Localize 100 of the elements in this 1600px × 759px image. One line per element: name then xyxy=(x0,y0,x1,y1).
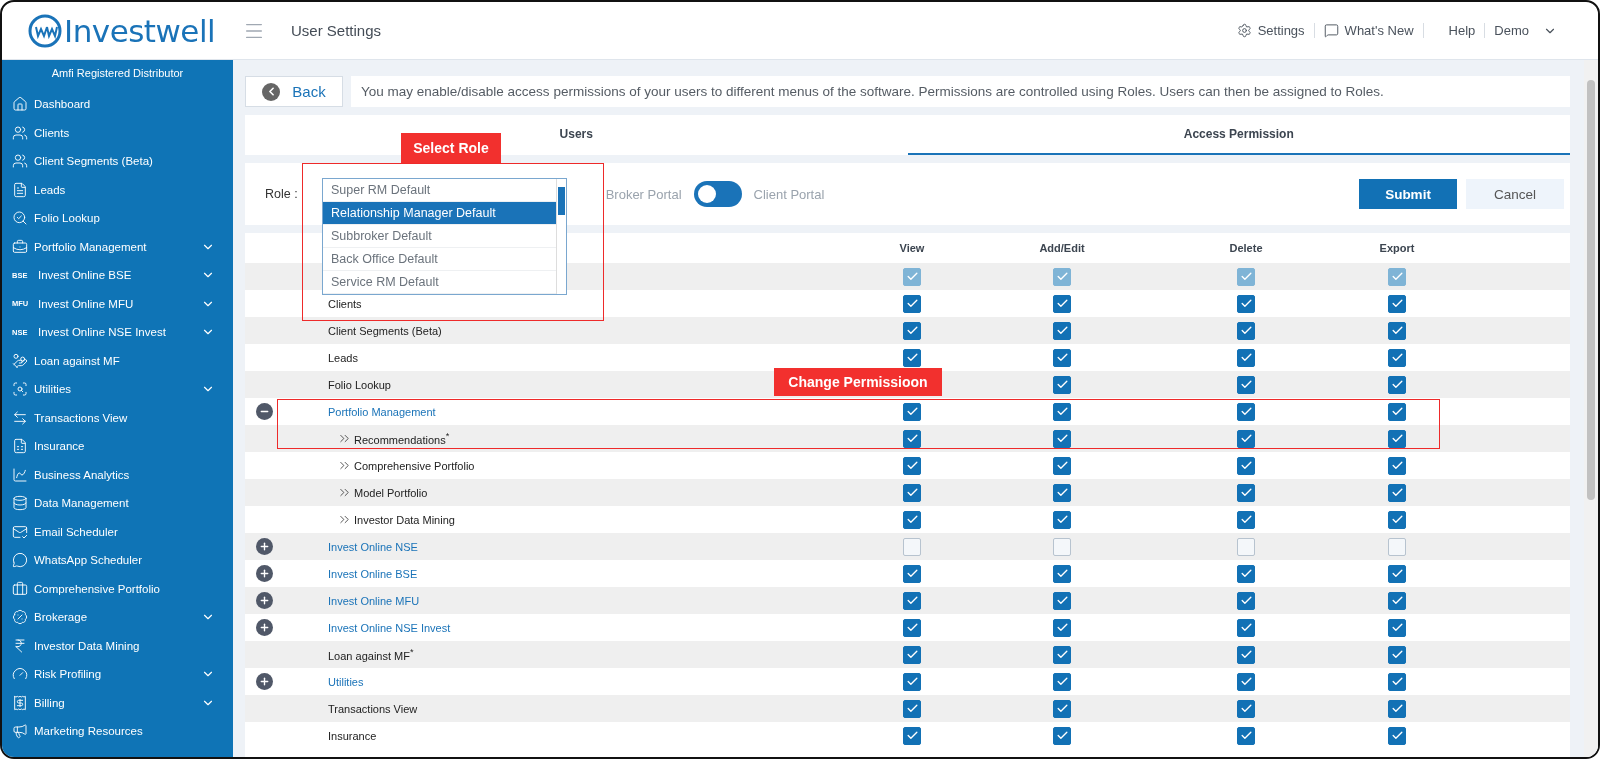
permission-checkbox[interactable] xyxy=(1237,591,1255,610)
back-button[interactable]: Back xyxy=(245,76,343,107)
permission-checkbox[interactable] xyxy=(903,591,921,610)
permission-checkbox[interactable] xyxy=(1388,483,1406,502)
expand-button[interactable] xyxy=(256,592,273,609)
header-link[interactable]: Settings xyxy=(1227,23,1315,38)
permission-checkbox[interactable] xyxy=(903,456,921,475)
permission-checkbox[interactable] xyxy=(1388,375,1406,394)
permission-checkbox[interactable] xyxy=(1053,321,1071,340)
sidebar-item[interactable]: Folio Lookup xyxy=(2,204,233,233)
permission-checkbox[interactable] xyxy=(903,510,921,529)
sidebar-item[interactable]: Dashboard xyxy=(2,90,233,119)
permission-checkbox[interactable] xyxy=(903,537,921,556)
permission-checkbox[interactable] xyxy=(1237,645,1255,664)
permission-checkbox[interactable] xyxy=(1053,618,1071,637)
permission-checkbox[interactable] xyxy=(1053,402,1071,421)
sidebar-item[interactable]: Email Scheduler xyxy=(2,517,233,546)
permission-checkbox[interactable] xyxy=(1237,672,1255,691)
permission-checkbox[interactable] xyxy=(903,402,921,421)
dropdown-option[interactable]: Relationship Manager Default xyxy=(323,202,556,225)
sidebar-item[interactable]: Billing xyxy=(2,688,233,717)
permission-checkbox[interactable] xyxy=(903,429,921,448)
dropdown-scrollbar[interactable] xyxy=(556,179,566,294)
permission-checkbox[interactable] xyxy=(1388,402,1406,421)
permission-checkbox[interactable] xyxy=(903,321,921,340)
sidebar-item[interactable]: Risk Profiling xyxy=(2,660,233,689)
permission-checkbox[interactable] xyxy=(1053,375,1071,394)
permission-checkbox[interactable] xyxy=(1237,726,1255,745)
permission-checkbox[interactable] xyxy=(903,726,921,745)
sidebar-item[interactable]: Brokerage xyxy=(2,603,233,632)
cancel-button[interactable]: Cancel xyxy=(1466,179,1564,209)
permission-checkbox[interactable] xyxy=(1388,429,1406,448)
sidebar-item[interactable]: Comprehensive Portfolio xyxy=(2,574,233,603)
permission-checkbox[interactable] xyxy=(1388,645,1406,664)
permission-checkbox[interactable] xyxy=(1237,429,1255,448)
permission-checkbox[interactable] xyxy=(1053,537,1071,556)
role-dropdown-list[interactable]: Super RM Default Relationship Manager Default Subbroker Default Back Office Default Service RM Default xyxy=(322,178,567,295)
permission-checkbox[interactable] xyxy=(1237,294,1255,313)
sidebar-item[interactable]: Investor Data Mining xyxy=(2,631,233,660)
permission-checkbox[interactable] xyxy=(903,618,921,637)
permission-checkbox[interactable] xyxy=(1388,321,1406,340)
expand-button[interactable] xyxy=(256,565,273,582)
permission-checkbox[interactable] xyxy=(1237,321,1255,340)
sidebar-item[interactable]: Transactions View xyxy=(2,403,233,432)
sidebar-item[interactable]: Utilities xyxy=(2,375,233,404)
sidebar-item[interactable]: Data Management xyxy=(2,489,233,518)
sidebar-item[interactable]: WhatsApp Scheduler xyxy=(2,546,233,575)
permission-checkbox[interactable] xyxy=(1053,699,1071,718)
menu-link[interactable]: Invest Online BSE xyxy=(328,567,418,580)
portal-toggle[interactable] xyxy=(693,181,742,207)
permission-checkbox[interactable] xyxy=(903,672,921,691)
permission-checkbox[interactable] xyxy=(1237,348,1255,367)
permission-checkbox[interactable] xyxy=(1388,537,1406,556)
permission-checkbox[interactable] xyxy=(1237,510,1255,529)
permission-checkbox[interactable] xyxy=(1237,618,1255,637)
permission-checkbox[interactable] xyxy=(1053,645,1071,664)
collapse-button[interactable] xyxy=(256,403,273,420)
permission-checkbox[interactable] xyxy=(1388,672,1406,691)
user-menu[interactable]: Demo xyxy=(1485,23,1566,38)
permission-checkbox[interactable] xyxy=(1388,699,1406,718)
header-link[interactable]: What's New xyxy=(1314,23,1424,38)
menu-link[interactable]: Invest Online NSE Invest xyxy=(328,621,451,634)
permission-checkbox[interactable] xyxy=(903,645,921,664)
submit-button[interactable]: Submit xyxy=(1359,179,1457,209)
permission-checkbox[interactable] xyxy=(903,564,921,583)
sidebar-item[interactable]: Clients xyxy=(2,118,233,147)
permission-checkbox[interactable] xyxy=(1237,483,1255,502)
permission-checkbox[interactable] xyxy=(1053,726,1071,745)
expand-button[interactable] xyxy=(256,673,273,690)
expand-button[interactable] xyxy=(256,619,273,636)
permission-checkbox[interactable] xyxy=(1053,348,1071,367)
permission-checkbox[interactable] xyxy=(1237,537,1255,556)
permission-checkbox[interactable] xyxy=(903,294,921,313)
sidebar-item[interactable]: Insurance xyxy=(2,432,233,461)
permission-checkbox[interactable] xyxy=(903,348,921,367)
header-link[interactable]: Help xyxy=(1423,23,1486,38)
sidebar-item[interactable]: Marketing Resources xyxy=(2,717,233,746)
permission-checkbox[interactable] xyxy=(1388,618,1406,637)
menu-link[interactable]: Invest Online MFU xyxy=(328,594,420,607)
permission-checkbox[interactable] xyxy=(903,483,921,502)
permission-checkbox[interactable] xyxy=(1053,672,1071,691)
permission-checkbox[interactable] xyxy=(1053,429,1071,448)
permission-checkbox[interactable] xyxy=(1053,294,1071,313)
permission-checkbox[interactable] xyxy=(1053,510,1071,529)
tab[interactable]: Access Permission xyxy=(907,115,1570,155)
sidebar-item[interactable]: Leads xyxy=(2,175,233,204)
permission-checkbox[interactable] xyxy=(1237,402,1255,421)
permission-checkbox[interactable] xyxy=(1237,375,1255,394)
permission-checkbox[interactable] xyxy=(1388,726,1406,745)
expand-button[interactable] xyxy=(256,538,273,555)
permission-checkbox[interactable] xyxy=(1388,294,1406,313)
sidebar-item[interactable]: Portfolio Management xyxy=(2,232,233,261)
permission-checkbox[interactable] xyxy=(1388,456,1406,475)
menu-link[interactable]: Portfolio Management xyxy=(328,405,436,418)
sidebar-item[interactable]: Business Analytics xyxy=(2,460,233,489)
scrollbar[interactable] xyxy=(1584,60,1598,757)
permission-checkbox[interactable] xyxy=(1053,456,1071,475)
sidebar-item[interactable]: Loan against MF xyxy=(2,346,233,375)
permission-checkbox[interactable] xyxy=(1237,456,1255,475)
permission-checkbox[interactable] xyxy=(1053,483,1071,502)
